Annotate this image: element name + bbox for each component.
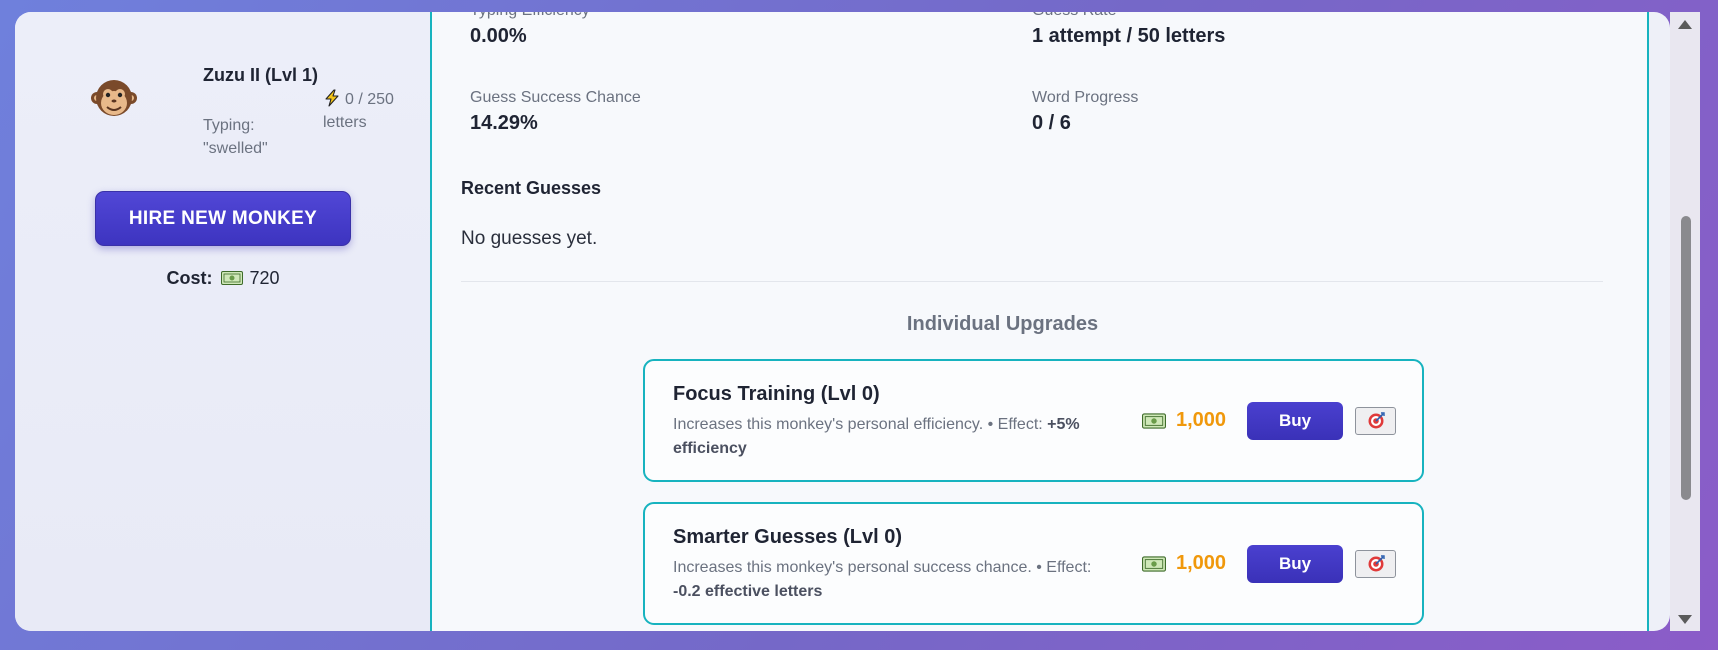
stat-value: 0.00% <box>470 25 527 47</box>
target-icon <box>1368 412 1385 429</box>
monkey-typing-status: Typing: "swelled" <box>203 117 268 157</box>
monkey-face-icon <box>91 80 137 116</box>
stat-label: Word Progress <box>1032 89 1139 106</box>
individual-upgrades-title: Individual Upgrades <box>906 313 1099 335</box>
upgrade-cost: 1,000 <box>1142 552 1226 575</box>
hire-cost: Cost: 720 <box>95 268 351 289</box>
stat-value: 0 / 6 <box>1032 112 1071 134</box>
auto-buy-target-button[interactable] <box>1355 407 1396 435</box>
upgrade-desc-text: Increases this monkey's personal efficie… <box>673 416 1043 433</box>
buy-smarter-guesses-button[interactable]: Buy <box>1247 545 1343 583</box>
no-guesses-text: No guesses yet. <box>461 228 598 249</box>
stat-value: 14.29% <box>470 112 538 134</box>
stat-label: Guess Rate <box>1032 12 1225 22</box>
app-window: Zuzu II (Lvl 1) Typing: "swelled" 0 / 25… <box>15 12 1670 631</box>
upgrade-desc-text: Increases this monkey's personal success… <box>673 559 1092 576</box>
cash-icon <box>1142 555 1166 572</box>
cash-icon <box>1142 412 1166 429</box>
lightning-icon <box>325 89 339 107</box>
hire-cost-value: 720 <box>249 268 280 288</box>
upgrade-description: Increases this monkey's personal efficie… <box>673 413 1113 461</box>
sidebar: Zuzu II (Lvl 1) Typing: "swelled" 0 / 25… <box>15 12 431 631</box>
stat-label: Typing Efficiency <box>470 12 590 22</box>
upgrade-cost: 1,000 <box>1142 409 1226 432</box>
stat-guess-success-chance: Guess Success Chance 14.29% <box>470 87 641 137</box>
upgrade-cost-value: 1,000 <box>1176 409 1227 431</box>
monkey-letter-progress: 0 / 250 letters <box>323 88 423 134</box>
stat-guess-rate: Guess Rate 1 attempt / 50 letters <box>1032 12 1225 50</box>
monkey-detail-panel: Typing Efficiency 0.00% Guess Rate 1 att… <box>430 12 1649 631</box>
cost-label: Cost: <box>166 268 213 288</box>
monkey-name: Zuzu II (Lvl 1) <box>203 65 318 85</box>
upgrade-card-focus-training: Focus Training (Lvl 0) Increases this mo… <box>643 359 1424 482</box>
monkey-card[interactable]: Zuzu II (Lvl 1) Typing: "swelled" 0 / 25… <box>75 50 394 157</box>
upgrade-card-smarter-guesses: Smarter Guesses (Lvl 0) Increases this m… <box>643 502 1424 625</box>
upgrade-name: Focus Training (Lvl 0) <box>673 383 880 405</box>
vertical-scrollbar[interactable] <box>1670 12 1700 631</box>
scroll-up-arrow-icon[interactable] <box>1678 20 1692 29</box>
target-icon <box>1368 555 1385 572</box>
upgrade-effect: -0.2 effective letters <box>673 583 823 600</box>
recent-guesses-title: Recent Guesses <box>461 178 602 198</box>
stat-value: 1 attempt / 50 letters <box>1032 25 1226 47</box>
upgrade-name: Smarter Guesses (Lvl 0) <box>673 526 902 548</box>
divider <box>461 281 1603 282</box>
stat-typing-efficiency: Typing Efficiency 0.00% <box>470 12 590 50</box>
stat-label: Guess Success Chance <box>470 89 641 106</box>
buy-focus-training-button[interactable]: Buy <box>1247 402 1343 440</box>
auto-buy-target-button[interactable] <box>1355 550 1396 578</box>
hire-new-monkey-button[interactable]: HIRE NEW MONKEY <box>95 191 351 246</box>
scroll-thumb[interactable] <box>1681 216 1691 500</box>
upgrade-description: Increases this monkey's personal success… <box>673 556 1113 604</box>
scroll-down-arrow-icon[interactable] <box>1678 615 1692 624</box>
stat-word-progress: Word Progress 0 / 6 <box>1032 87 1138 137</box>
cash-icon <box>221 271 244 285</box>
upgrade-cost-value: 1,000 <box>1176 552 1227 574</box>
